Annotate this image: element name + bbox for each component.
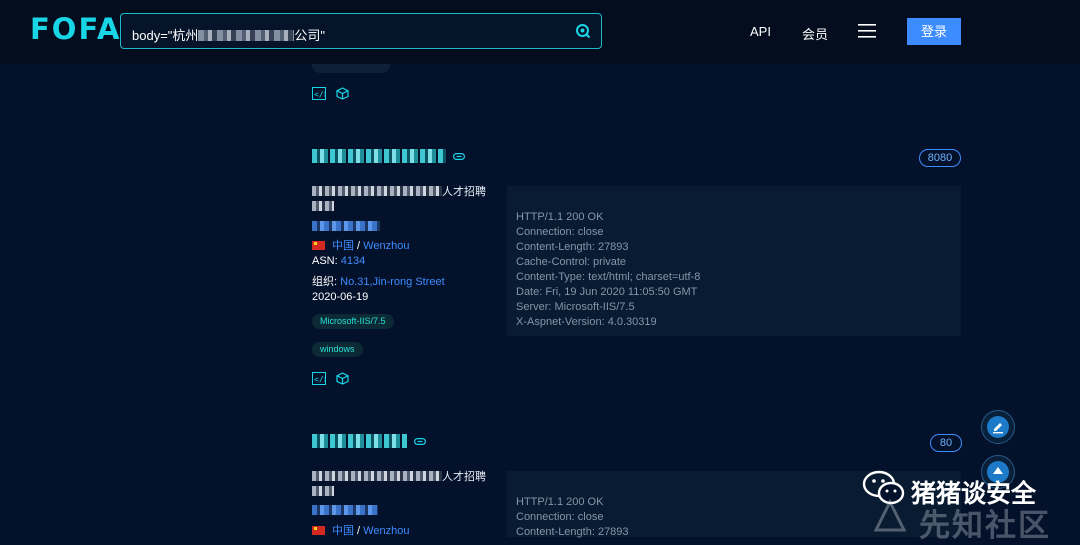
result-location: 中国 / Wenzhou	[312, 522, 409, 538]
fofa-logo[interactable]: FOFA	[30, 12, 121, 46]
result-actions: </>	[312, 372, 355, 390]
redacted-text	[312, 471, 442, 481]
redacted-text	[312, 486, 334, 496]
header-line: Cache-Control: private	[516, 256, 627, 268]
result-title-line2	[312, 486, 334, 498]
result-actions: </>	[312, 87, 355, 105]
code-icon[interactable]: </>	[312, 87, 329, 100]
header-line: HTTP/1.1 200 OK	[516, 211, 604, 223]
site-logo-icon	[873, 498, 907, 532]
country-link[interactable]: 中国	[332, 525, 354, 537]
header-line: Date: Fri, 19 Jun 2020 11:05:50 GMT	[516, 286, 698, 298]
nav-vip-link[interactable]: 会员	[802, 24, 828, 43]
tag-pill-partial	[312, 64, 390, 73]
hamburger-menu-icon[interactable]	[858, 24, 876, 43]
result-asn: ASN: 4134	[312, 255, 366, 267]
feedback-button[interactable]	[981, 410, 1015, 444]
asn-link[interactable]: 4134	[341, 255, 365, 267]
link-icon[interactable]	[414, 438, 426, 445]
result-location: 中国 / Wenzhou	[312, 237, 409, 253]
city-link[interactable]: Wenzhou	[363, 240, 409, 252]
header-line: X-Aspnet-Version: 4.0.30319	[516, 316, 657, 328]
result-title: 人才招聘	[312, 468, 486, 484]
nav-api-link[interactable]: API	[750, 24, 771, 39]
code-icon[interactable]: </>	[312, 372, 329, 385]
port-badge[interactable]: 80	[930, 434, 962, 452]
org-link[interactable]: No.31,Jin-rong Street	[340, 276, 445, 288]
tag-server[interactable]: Microsoft-IIS/7.5	[312, 314, 394, 329]
search-query[interactable]: body="杭州 公司"	[132, 25, 325, 44]
result-host-link[interactable]	[312, 149, 446, 163]
search-icon[interactable]	[575, 23, 591, 44]
svg-text:</>: </>	[314, 375, 326, 384]
header-line: Connection: close	[516, 511, 604, 523]
login-button[interactable]: 登录	[907, 18, 961, 45]
result-title-line2	[312, 201, 334, 213]
china-flag-icon	[312, 241, 325, 250]
svg-text:</>: </>	[314, 90, 326, 99]
cube-icon[interactable]	[336, 87, 350, 100]
redacted-text	[198, 30, 295, 41]
header-line: Content-Length: 27893	[516, 241, 629, 253]
redacted-text	[312, 186, 442, 196]
redacted-text	[312, 201, 334, 211]
cube-icon[interactable]	[336, 372, 350, 385]
result-ip-link[interactable]	[312, 221, 380, 231]
result-org: 组织: No.31,Jin-rong Street	[312, 276, 445, 288]
result-date: 2020-06-19	[312, 291, 369, 303]
link-icon[interactable]	[453, 153, 465, 160]
edit-icon	[987, 416, 1009, 438]
result-host-link[interactable]	[312, 434, 407, 448]
port-badge[interactable]: 8080	[919, 149, 961, 167]
header-line: Connection: close	[516, 226, 604, 238]
city-link[interactable]: Wenzhou	[363, 525, 409, 537]
result-title: 人才招聘	[312, 183, 486, 199]
header-line: Server: Microsoft-IIS/7.5	[516, 301, 635, 313]
http-header-panel: HTTP/1.1 200 OK Connection: close Conten…	[507, 186, 961, 336]
country-link[interactable]: 中国	[332, 240, 354, 252]
header-line: Content-Type: text/html; charset=utf-8	[516, 271, 701, 283]
china-flag-icon	[312, 526, 325, 535]
tag-os[interactable]: windows	[312, 342, 363, 357]
watermark-site-name: 先知社区	[919, 508, 1051, 544]
result-ip-link[interactable]	[312, 505, 378, 515]
top-bar: FOFA body="杭州 公司" API 会员 登录	[0, 0, 1080, 64]
header-line: Content-Length: 27893	[516, 526, 629, 538]
header-line: HTTP/1.1 200 OK	[516, 496, 604, 508]
search-input[interactable]: body="杭州 公司"	[120, 13, 602, 49]
